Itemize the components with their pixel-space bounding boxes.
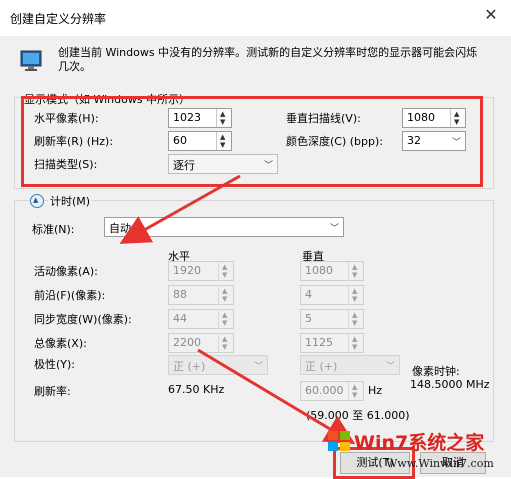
windows-logo-icon [326, 428, 352, 454]
watermark-url: Www.Winwin7.com [386, 457, 494, 470]
watermark-text: Win7系统之家 [354, 432, 485, 454]
annotation-arrows [119, 174, 356, 445]
arrow-to-test [197, 348, 356, 445]
arrow-to-standard [119, 174, 241, 244]
